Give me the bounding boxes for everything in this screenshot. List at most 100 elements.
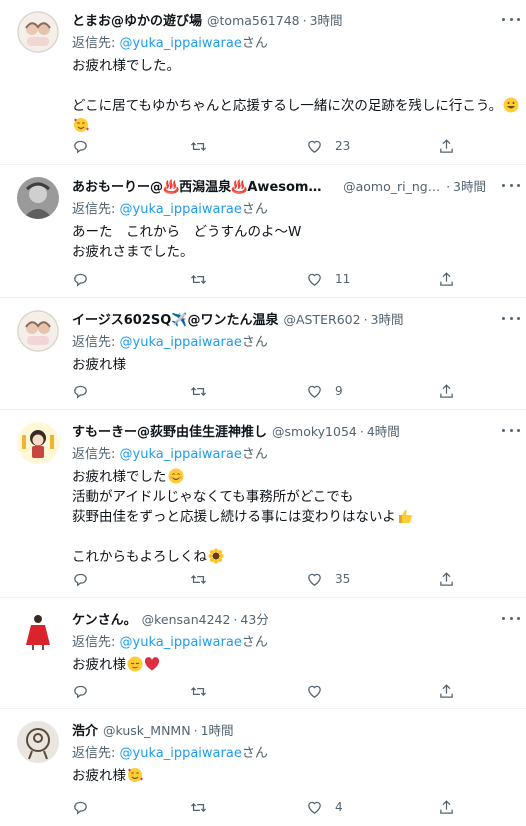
display-name[interactable]: とまお@ゆかの遊び場 — [72, 10, 202, 29]
display-name[interactable]: あおもーりー@♨️西潟温泉♨️Awesome… — [72, 176, 325, 195]
reply-context: 返信先: @yuka_ippaiwaraeさん — [72, 198, 268, 217]
tweet-line — [72, 116, 514, 136]
tweet-line — [72, 527, 514, 547]
avatar[interactable] — [17, 310, 59, 352]
tweet-line: どこに居てもゆかちゃんと応援するし一緒に次の足跡を残しに行こう。 — [72, 96, 519, 116]
tweet[interactable]: あおもーりー@♨️西潟温泉♨️Awesome… @aomo_ri_ngt… · … — [0, 166, 526, 298]
timestamp[interactable]: 3時間 — [310, 10, 343, 29]
reply-prefix: 返信先: — [72, 447, 120, 462]
retweet-icon[interactable] — [190, 136, 207, 156]
like-icon[interactable]: 4 — [306, 797, 343, 817]
more-icon[interactable] — [502, 611, 520, 625]
share-icon[interactable] — [438, 797, 455, 817]
more-icon[interactable] — [502, 12, 520, 26]
tweet[interactable]: ケンさん。 @kensan4242 · 43分 返信先: @yuka_ippai… — [0, 599, 526, 709]
user-handle[interactable]: @smoky1054 — [272, 424, 357, 439]
like-count: 9 — [335, 384, 343, 398]
reply-prefix: 返信先: — [72, 635, 120, 650]
reply-suffix: さん — [241, 36, 268, 51]
tweet-line-text: お疲れ様 — [72, 657, 126, 673]
tweet-line-text: お疲れ様でした — [72, 469, 167, 485]
separator-dot: · — [193, 723, 198, 738]
tweet[interactable]: イージス602SQ✈️@ワンたん温泉 @ASTER602 · 3時間 返信先: … — [0, 299, 526, 410]
reply-to-link[interactable]: @yuka_ippaiwarae — [120, 635, 242, 650]
tweet-line: これからもよろしくね — [72, 547, 514, 567]
reply-context: 返信先: @yuka_ippaiwaraeさん — [72, 631, 268, 650]
reply-icon[interactable] — [72, 569, 89, 589]
share-icon[interactable] — [438, 136, 455, 156]
avatar[interactable] — [17, 177, 59, 219]
like-icon[interactable]: 11 — [306, 269, 350, 289]
reply-prefix: 返信先: — [72, 202, 120, 217]
tweet-line: お疲れ様でした — [72, 467, 514, 487]
tweet[interactable]: すもーきー@荻野由佳生涯神推し @smoky1054 · 4時間 返信先: @y… — [0, 411, 526, 598]
tweet-text: あーた これから どうすんのよ〜W お疲れさまでした。 — [72, 222, 514, 262]
avatar[interactable] — [17, 610, 59, 652]
separator-dot: · — [302, 13, 307, 28]
timestamp[interactable]: 3時間 — [453, 176, 486, 195]
reply-to-link[interactable]: @yuka_ippaiwarae — [120, 447, 242, 462]
reply-prefix: 返信先: — [72, 36, 120, 51]
reply-prefix: 返信先: — [72, 335, 120, 350]
more-icon[interactable] — [502, 423, 520, 437]
tweet[interactable]: とまお@ゆかの遊び場 @toma561748 · 3時間 返信先: @yuka_… — [0, 0, 526, 165]
avatar[interactable] — [17, 422, 59, 464]
share-icon[interactable] — [438, 381, 455, 401]
display-name[interactable]: イージス602SQ✈️@ワンたん温泉 — [72, 309, 278, 328]
tweet[interactable]: 浩介 @kusk_MNMN · 1時間 返信先: @yuka_ippaiwara… — [0, 710, 526, 826]
like-icon[interactable]: 23 — [306, 136, 350, 156]
reply-suffix: さん — [241, 635, 268, 650]
reply-icon[interactable] — [72, 269, 89, 289]
reply-context: 返信先: @yuka_ippaiwaraeさん — [72, 443, 268, 462]
timestamp[interactable]: 43分 — [240, 609, 268, 628]
retweet-icon[interactable] — [190, 681, 207, 701]
display-name[interactable]: すもーきー@荻野由佳生涯神推し — [72, 421, 267, 440]
more-icon[interactable] — [502, 178, 520, 192]
retweet-icon[interactable] — [190, 269, 207, 289]
user-handle[interactable]: @kusk_MNMN — [103, 723, 191, 738]
user-handle[interactable]: @ASTER602 — [283, 312, 360, 327]
tweet-text: お疲れ様でした。 どこに居てもゆかちゃんと応援するし一緒に次の足跡を残しに行こう… — [72, 56, 519, 136]
share-icon[interactable] — [438, 269, 455, 289]
user-handle[interactable]: @aomo_ri_ngt… — [343, 179, 443, 194]
reply-icon[interactable] — [72, 681, 89, 701]
like-icon[interactable]: 9 — [306, 381, 343, 401]
retweet-icon[interactable] — [190, 381, 207, 401]
reply-to-link[interactable]: @yuka_ippaiwarae — [120, 202, 242, 217]
reply-to-link[interactable]: @yuka_ippaiwarae — [120, 335, 242, 350]
tweet-line-text: 荻野由佳をずっと応援し続ける事には変わりはないよ — [72, 509, 396, 525]
thumbs-up-emoji — [398, 510, 412, 523]
display-name[interactable]: 浩介 — [72, 720, 98, 739]
display-name[interactable]: ケンさん。 — [72, 609, 137, 628]
user-handle[interactable]: @kensan4242 — [142, 612, 231, 627]
like-icon[interactable] — [306, 681, 335, 701]
tweet-line — [72, 76, 514, 96]
timestamp[interactable]: 3時間 — [371, 309, 404, 328]
reply-icon[interactable] — [72, 797, 89, 817]
reply-prefix: 返信先: — [72, 746, 120, 761]
tweet-line: 荻野由佳をずっと応援し続ける事には変わりはないよ — [72, 507, 514, 527]
user-handle[interactable]: @toma561748 — [207, 13, 300, 28]
reply-suffix: さん — [241, 447, 268, 462]
smiling-face-with-hearts-emoji — [128, 768, 143, 782]
reply-context: 返信先: @yuka_ippaiwaraeさん — [72, 32, 268, 51]
reply-to-link[interactable]: @yuka_ippaiwarae — [120, 36, 242, 51]
retweet-icon[interactable] — [190, 569, 207, 589]
more-icon[interactable] — [502, 311, 520, 325]
reply-context: 返信先: @yuka_ippaiwaraeさん — [72, 331, 268, 350]
timestamp[interactable]: 1時間 — [201, 720, 234, 739]
separator-dot: · — [233, 612, 238, 627]
avatar[interactable] — [17, 11, 59, 53]
reply-icon[interactable] — [72, 381, 89, 401]
timestamp[interactable]: 4時間 — [367, 421, 400, 440]
reply-icon[interactable] — [72, 136, 89, 156]
share-icon[interactable] — [438, 569, 455, 589]
retweet-icon[interactable] — [190, 797, 207, 817]
avatar[interactable] — [17, 721, 59, 763]
separator-dot: · — [363, 312, 368, 327]
share-icon[interactable] — [438, 681, 455, 701]
tweet-line-text: どこに居てもゆかちゃんと応援するし一緒に次の足跡を残しに行こう。 — [72, 98, 503, 114]
tweet-line: 活動がアイドルじゃなくても事務所がどこでも — [72, 489, 354, 505]
reply-to-link[interactable]: @yuka_ippaiwarae — [120, 746, 242, 761]
like-icon[interactable]: 35 — [306, 569, 350, 589]
